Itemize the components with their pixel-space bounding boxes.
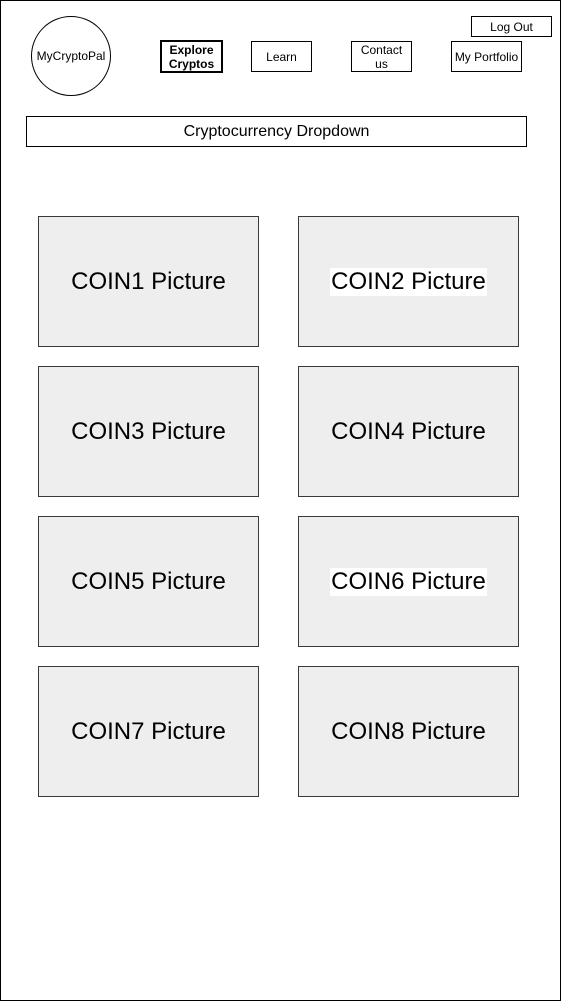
coin-tile-label: COIN3 Picture	[71, 417, 226, 445]
nav-contact-us-button[interactable]: Contact us	[351, 41, 412, 72]
coin-tile-5[interactable]: COIN5 Picture	[38, 516, 259, 647]
coin-tile-8[interactable]: COIN8 Picture	[298, 666, 519, 797]
coin-tile-label: COIN4 Picture	[331, 417, 486, 445]
logo-text: MyCryptoPal	[36, 49, 106, 63]
coin-tile-label: COIN7 Picture	[71, 717, 226, 745]
coin-tile-2[interactable]: COIN2 Picture	[298, 216, 519, 347]
nav-portfolio-label: My Portfolio	[454, 49, 519, 64]
logout-label: Log Out	[490, 19, 533, 34]
page-frame: MyCryptoPal Log Out Explore Cryptos Lear…	[0, 0, 561, 1001]
coin-tile-4[interactable]: COIN4 Picture	[298, 366, 519, 497]
nav-explore-cryptos-button[interactable]: Explore Cryptos	[160, 40, 223, 73]
coin-tile-label: COIN1 Picture	[71, 267, 226, 295]
coin-tile-label: COIN5 Picture	[71, 567, 226, 595]
dropdown-label: Cryptocurrency Dropdown	[183, 122, 370, 140]
nav-learn-button[interactable]: Learn	[251, 41, 312, 72]
nav-learn-label: Learn	[266, 49, 297, 64]
coin-tile-label: COIN6 Picture	[330, 567, 487, 596]
coin-tile-1[interactable]: COIN1 Picture	[38, 216, 259, 347]
coin-tile-3[interactable]: COIN3 Picture	[38, 366, 259, 497]
coin-tile-label: COIN8 Picture	[331, 717, 486, 745]
nav-contact-label: Contact us	[360, 42, 403, 71]
logo[interactable]: MyCryptoPal	[31, 16, 111, 96]
coin-tile-6[interactable]: COIN6 Picture	[298, 516, 519, 647]
coin-tile-7[interactable]: COIN7 Picture	[38, 666, 259, 797]
nav-explore-label-line1: Explore	[169, 42, 214, 57]
coin-tile-label: COIN2 Picture	[330, 267, 487, 296]
nav-explore-label-line2: Cryptos	[168, 56, 215, 71]
cryptocurrency-dropdown[interactable]: Cryptocurrency Dropdown	[26, 116, 527, 147]
logout-button[interactable]: Log Out	[471, 16, 552, 37]
nav-my-portfolio-button[interactable]: My Portfolio	[451, 41, 522, 72]
nav-explore-label: Explore Cryptos	[169, 43, 214, 71]
